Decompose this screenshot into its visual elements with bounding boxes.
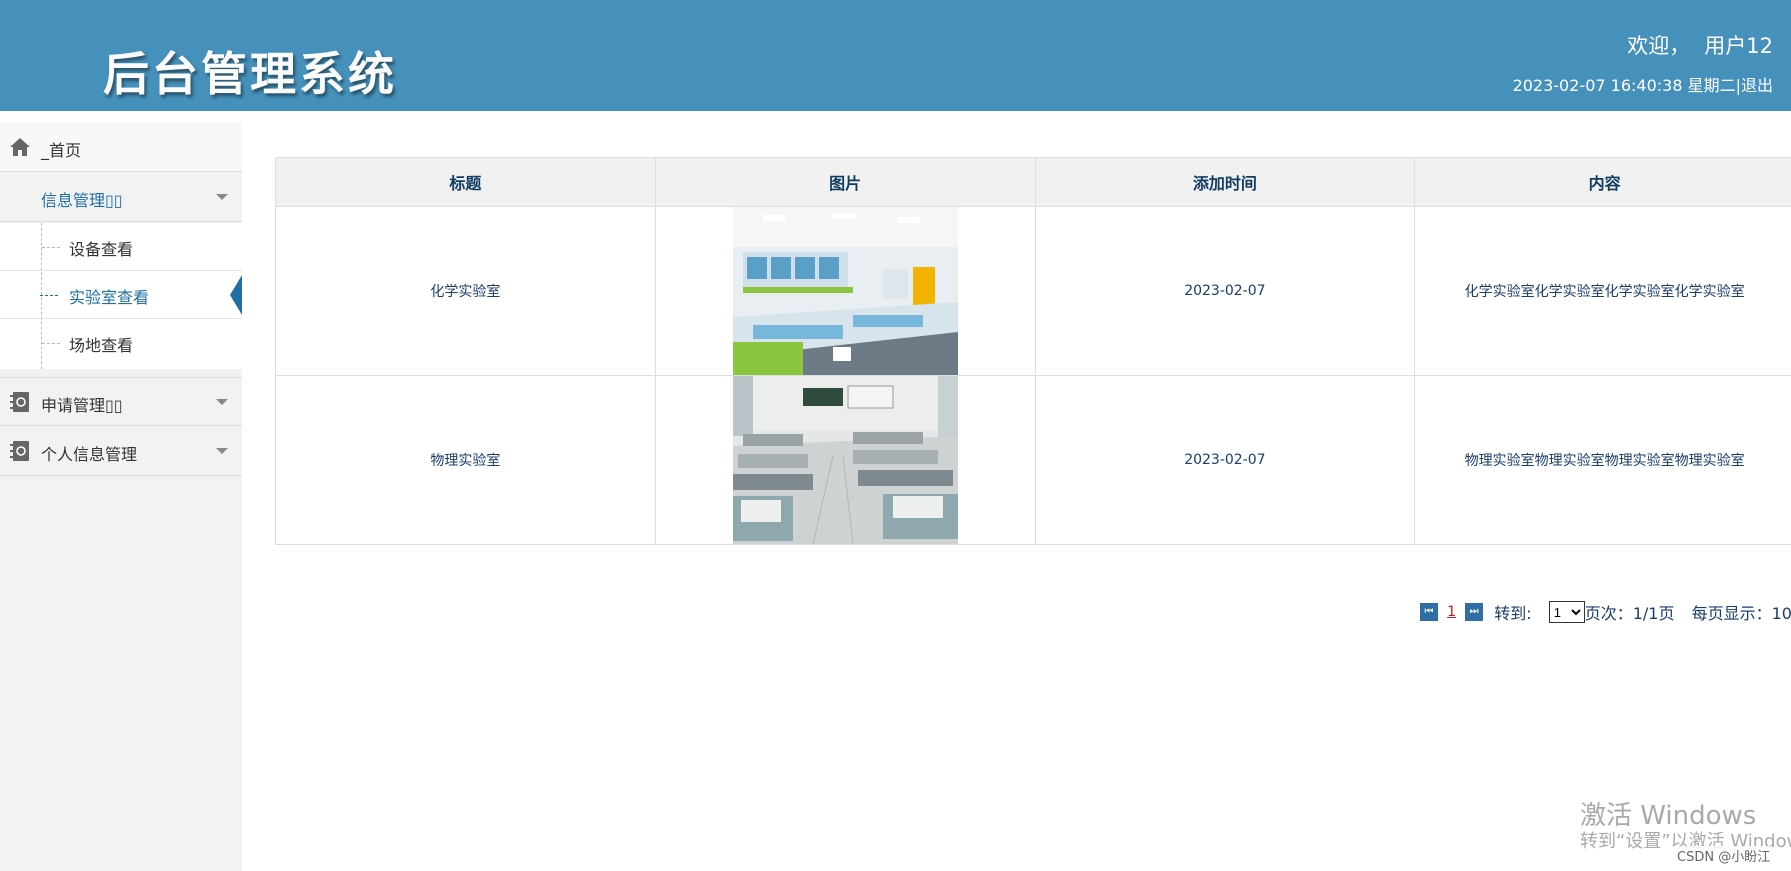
cell-content: 物理实验室物理实验室物理实验室物理实验室 [1414,375,1791,545]
sidebar-group-application-management[interactable]: 申请管理▯▯ [0,377,242,426]
pagination: ⏮ 1 ⏭ 转到: 1 页次：1/1页 每页显示：10条 [1420,600,1791,624]
sidebar-item-label: 设备查看 [69,240,134,259]
welcome-text: 欢迎， 用户12 [1627,30,1773,60]
physics-lab-image [732,376,958,544]
current-user: 用户12 [1704,34,1773,58]
page-select[interactable]: 1 [1548,601,1585,623]
chevron-down-icon [216,194,228,200]
cell-title: 物理实验室 [275,375,656,545]
welcome-label: 欢迎， [1627,34,1691,58]
cell-title: 化学实验室 [275,206,656,376]
cell-image [654,375,1036,545]
sidebar-group-label: 信息管理▯▯ [41,191,123,210]
home-icon [10,138,30,156]
table-row: 化学实验室 2023-02-07 化学实验室化学实验室化学实验室化学实验室 [275,206,1791,376]
sidebar: _首页 信息管理▯▯ 设备查看 实验室查看 场地查看 申请管理▯▯ 个人信息管理 [0,123,242,871]
tree-dash [40,295,58,296]
notebook-icon [10,392,29,412]
cell-time: 2023-02-07 [1034,206,1416,376]
column-header-title: 标题 [275,157,656,207]
csdn-watermark: CSDN @小盼江 [1675,846,1773,865]
submenu-info-management: 设备查看 实验室查看 场地查看 [0,223,242,369]
last-page-icon[interactable]: ⏭ [1465,603,1484,621]
cell-content: 化学实验室化学实验室化学实验室化学实验室 [1414,206,1791,376]
first-page-icon[interactable]: ⏮ [1420,603,1438,621]
sidebar-item-home[interactable]: _首页 [0,123,242,172]
sidebar-item-lab-view[interactable]: 实验室查看 [0,271,242,319]
sidebar-group-info-management[interactable]: 信息管理▯▯ [0,173,242,222]
lab-table: 标题 图片 添加时间 内容 化学实验室 2023-02-07 化学实验室化学实验… [275,157,1791,545]
sidebar-item-label: 场地查看 [69,336,134,355]
notebook-icon [10,441,29,461]
page-number-link[interactable]: 1 [1447,604,1456,620]
page-info: 页次：1/1页 [1584,604,1675,623]
active-indicator-icon [230,275,242,315]
column-header-time: 添加时间 [1034,157,1416,207]
sidebar-group-personal-info[interactable]: 个人信息管理 [0,427,242,476]
table-row: 物理实验室 2023-02-07 物理实验室物理实验室物理实验室物理实验室 [275,375,1791,545]
app-logo-title: 后台管理系统 [103,47,397,101]
tree-dash [42,247,60,248]
tree-dash [42,343,60,344]
sidebar-group-label: 个人信息管理 [41,445,138,464]
column-header-content: 内容 [1414,157,1791,207]
top-header: 后台管理系统 欢迎， 用户12 2023-02-07 16:40:38 星期二|退… [0,0,1791,111]
cell-image [654,206,1036,376]
per-page-info: 每页显示：10条 [1691,604,1791,623]
sidebar-group-label: 申请管理▯▯ [41,396,123,415]
current-datetime: 2023-02-07 16:40:38 星期二| [1512,76,1741,95]
sidebar-item-label: 实验室查看 [69,288,150,307]
goto-label: 转到: [1494,604,1532,623]
logout-link[interactable]: 退出 [1741,76,1773,95]
datetime-bar: 2023-02-07 16:40:38 星期二|退出 [1513,72,1773,96]
table-header-row: 标题 图片 添加时间 内容 [275,157,1791,207]
sidebar-item-venue-view[interactable]: 场地查看 [0,319,242,367]
chevron-down-icon [216,448,228,454]
column-header-image: 图片 [654,157,1036,207]
sidebar-item-label: _首页 [41,141,82,160]
chemistry-lab-image [732,207,958,375]
sidebar-item-device-view[interactable]: 设备查看 [0,223,242,271]
chevron-down-icon [216,399,228,405]
cell-time: 2023-02-07 [1034,375,1416,545]
